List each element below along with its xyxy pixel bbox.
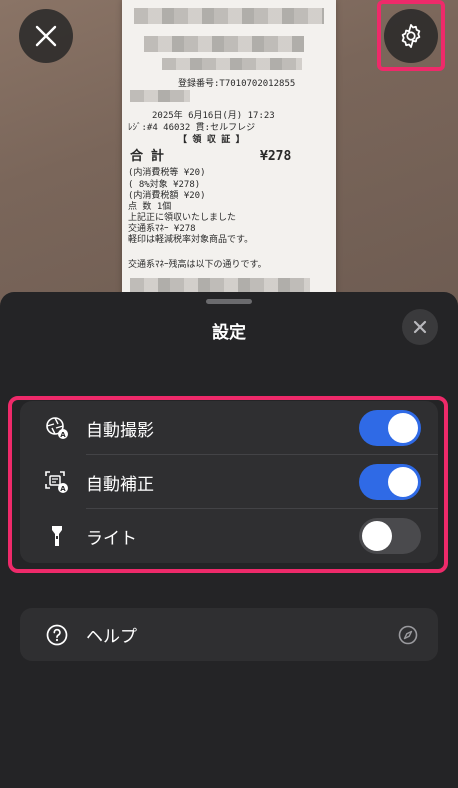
question-circle-icon (44, 622, 70, 648)
close-icon (413, 320, 427, 334)
redacted-block (144, 36, 304, 52)
close-camera-button[interactable] (19, 9, 73, 63)
receipt-tax-line: (内消費税等 ¥20) (128, 168, 206, 178)
receipt-tax-line: ( 8%対象 ¥278) (128, 180, 201, 190)
receipt-tax-line: (内消費税額 ¥20) (128, 191, 206, 201)
receipt-image: 登録番号:T7010702012855 2025年 6月16日(月) 17:23… (122, 0, 336, 310)
receipt-total-label: 合 計 (130, 149, 164, 164)
help-label: ヘルプ (86, 627, 137, 647)
annotation-highlight (8, 396, 448, 573)
annotation-highlight (377, 0, 445, 71)
help-row[interactable]: ヘルプ (20, 608, 438, 661)
receipt-payment: 交通系ﾏﾈｰ ¥278 (128, 224, 196, 234)
receipt-balance: 交通系ﾏﾈｰ残高は以下の通りです。 (128, 260, 267, 270)
redacted-block (162, 58, 302, 70)
receipt-datetime: 2025年 6月16日(月) 17:23 (152, 111, 275, 121)
receipt-count: 点 数 1個 (128, 202, 172, 212)
receipt-total-value: ¥278 (260, 149, 292, 164)
compass-icon (397, 624, 419, 646)
receipt-register: ﾚｼﾞ:#4 46032 貫:セルフレジ (128, 123, 256, 133)
receipt-note: 上記正に領収いたしました (128, 213, 237, 223)
receipt-note: 軽印は軽減税率対象商品です。 (128, 235, 254, 245)
receipt-heading: 【 領 収 証 】 (178, 135, 245, 145)
redacted-block (134, 8, 324, 24)
sheet-grabber[interactable] (206, 299, 252, 304)
sheet-close-button[interactable] (402, 309, 438, 345)
close-icon (35, 25, 57, 47)
redacted-block (130, 90, 190, 102)
receipt-reg-no: 登録番号:T7010702012855 (178, 79, 296, 89)
sheet-title: 設定 (212, 323, 246, 343)
help-group[interactable]: ヘルプ (20, 608, 438, 661)
